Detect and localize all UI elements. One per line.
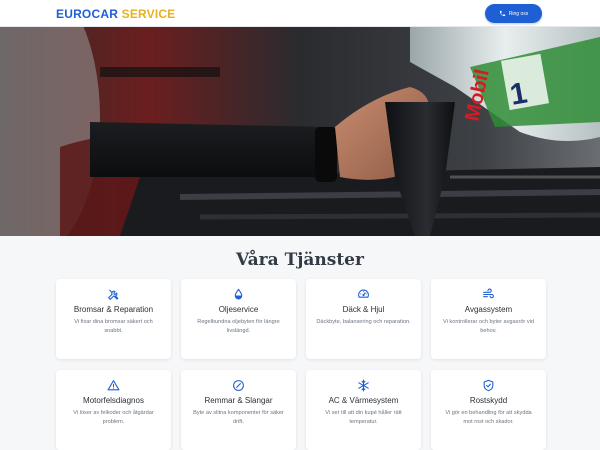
oil-drop-icon: [232, 288, 245, 301]
service-title: Motorfelsdiagnos: [83, 396, 144, 405]
call-us-label: Ring oss: [508, 10, 529, 17]
service-title: Rostskydd: [469, 396, 508, 405]
service-description: Vi fixar dina bromsar säkert och snabbt.: [74, 319, 153, 334]
service-description: Regelbundna oljebyten för längre livslän…: [197, 319, 280, 334]
service-description: Vi kontrollerar och byter avgasrör vid b…: [443, 319, 534, 334]
service-card-rustproofing[interactable]: Rostskydd Vi gör en behandling för att s…: [431, 370, 546, 450]
service-description: Vi löser av felkoder och åtgärdar proble…: [73, 410, 154, 425]
phone-icon: [499, 10, 505, 17]
service-card-diagnostics[interactable]: Motorfelsdiagnos Vi löser av felkoder oc…: [56, 370, 171, 450]
service-description: Däckbyte, balansering och reparation.: [316, 319, 411, 325]
service-card-ac[interactable]: AC & Värmesystem Vi ser till att din kup…: [306, 370, 421, 450]
service-card-belts[interactable]: Remmar & Slangar Byte av slitna komponen…: [181, 370, 296, 450]
service-card-tires[interactable]: Däck & Hjul Däckbyte, balansering och re…: [306, 279, 421, 359]
snowflake-icon: [357, 379, 370, 392]
service-title: Bromsar & Reparation: [73, 305, 154, 314]
wind-icon: [482, 288, 495, 301]
hero-illustration: Mobil 1: [0, 27, 600, 236]
speedometer-icon: [357, 288, 370, 301]
service-description: Vi gör en behandling för att skydda mot …: [445, 410, 532, 425]
services-grid: Bromsar & Reparation Vi fixar dina broms…: [56, 279, 546, 450]
warning-triangle-icon: [107, 379, 120, 392]
service-title: Avgassystem: [464, 305, 513, 314]
service-description: Byte av slitna komponenter för säker dri…: [193, 410, 284, 425]
service-title: Däck & Hjul: [342, 305, 385, 314]
service-card-oil[interactable]: Oljeservice Regelbundna oljebyten för lä…: [181, 279, 296, 359]
site-header: EUROCAR SERVICE Ring oss: [0, 0, 600, 27]
services-heading: Våra Tjänster: [236, 250, 364, 270]
service-title: Remmar & Slangar: [204, 396, 273, 405]
wrench-screwdriver-icon: [107, 288, 120, 301]
call-us-button[interactable]: Ring oss: [485, 4, 542, 23]
service-title: Oljeservice: [218, 305, 259, 314]
service-title: AC & Värmesystem: [328, 396, 399, 405]
service-description: Vi ser till att din kupé håller rätt tem…: [325, 410, 402, 425]
service-card-brakes[interactable]: Bromsar & Reparation Vi fixar dina broms…: [56, 279, 171, 359]
logo-text-eurocar: EUROCAR: [56, 7, 119, 21]
site-logo[interactable]: EUROCAR SERVICE: [56, 7, 176, 21]
hero-image: Mobil 1: [0, 27, 600, 236]
compass-icon: [232, 379, 245, 392]
service-card-exhaust[interactable]: Avgassystem Vi kontrollerar och byter av…: [431, 279, 546, 359]
shield-check-icon: [482, 379, 495, 392]
logo-text-service: SERVICE: [121, 7, 176, 21]
